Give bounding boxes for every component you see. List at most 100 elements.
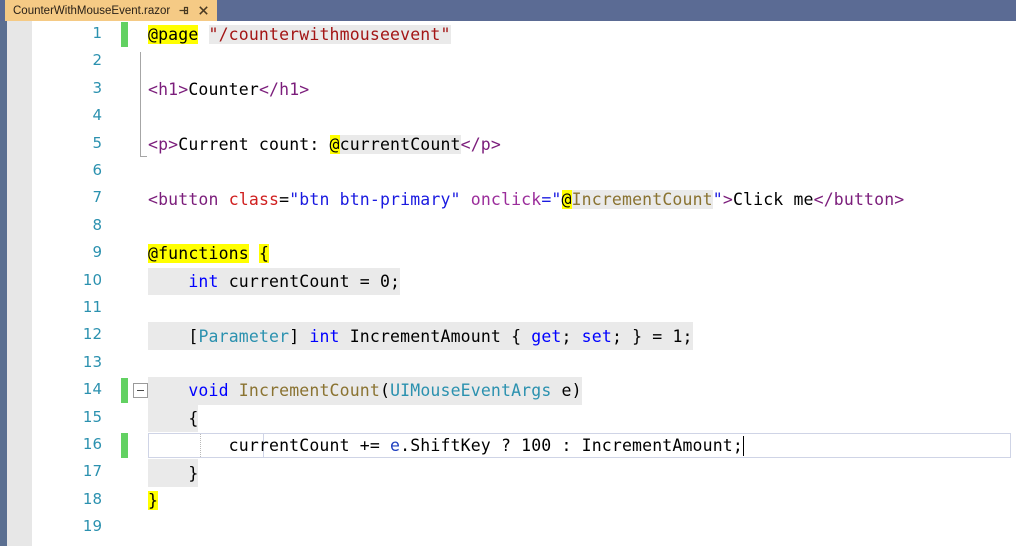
token-razor-expression: currentCount (339, 134, 461, 154)
token-keyword-void: void (188, 381, 229, 401)
code-text: <h1> Counter </h1> (148, 76, 309, 103)
token-equals-quote: =" (541, 189, 562, 209)
line-number: 18 (82, 489, 102, 508)
code-editor[interactable]: 1 @page "/counterwithmouseevent" 2 3 <h1… (0, 21, 1016, 546)
code-line[interactable]: 19 (0, 514, 1016, 541)
token-brace-open: { (188, 408, 199, 428)
code-text: int currentCount = 0; (148, 267, 401, 295)
code-text: @functions { (148, 240, 270, 267)
token-tag-gt: > (722, 189, 733, 209)
token-attr-name-class: class (228, 189, 280, 209)
line-number: 9 (92, 243, 102, 262)
line-number: 11 (82, 298, 102, 316)
token-ternary-expression: .ShiftKey ? 100 : IncrementAmount; (400, 436, 743, 456)
token-declaration: currentCount = 0; (218, 271, 401, 291)
close-icon[interactable] (197, 4, 210, 17)
token-html-tag-close: </button> (813, 189, 905, 209)
line-number: 8 (92, 215, 102, 234)
token-attr-name-onclick: onclick (470, 189, 542, 209)
change-bar (121, 378, 128, 404)
line-number: 19 (82, 517, 102, 536)
line-number: 14 (82, 380, 102, 399)
line-number: 4 (92, 106, 102, 125)
line-number: 3 (92, 78, 102, 97)
code-text: } (148, 459, 199, 487)
pin-icon[interactable] (177, 4, 190, 17)
line-number: 6 (92, 161, 102, 179)
code-line[interactable]: 13 (0, 350, 1016, 377)
token-property-name: IncrementAmount { (339, 326, 532, 346)
code-text: currentCount += e .ShiftKey ? 100 : Incre… (148, 432, 745, 459)
token-assignment: currentCount += (228, 436, 391, 456)
visual-studio-editor-window: CounterWithMouseEvent.razor 1 @page "/co… (0, 0, 1016, 546)
code-line[interactable]: 12 [Parameter] int IncrementAmount { get… (0, 322, 1016, 350)
text-caret (742, 435, 745, 456)
token-brace-open: { (258, 244, 270, 264)
token-html-tag-close: </p> (460, 134, 501, 154)
token-keyword-int: int (309, 326, 340, 346)
token-quote: " (712, 189, 723, 209)
code-text: [Parameter] int IncrementAmount { get; s… (148, 322, 693, 350)
code-line[interactable]: 8 (0, 213, 1016, 240)
token-razor-at: @ (329, 134, 340, 154)
line-number: 15 (82, 407, 102, 426)
line-number: 12 (82, 325, 102, 344)
token-button-text: Click me (732, 189, 814, 209)
code-line[interactable]: 6 (0, 158, 1016, 185)
code-line[interactable]: 14 void IncrementCount(UIMouseEventArgs … (0, 377, 1016, 405)
code-line[interactable]: 17 } (0, 459, 1016, 487)
token-attr-value-class: "btn btn-primary" (289, 189, 461, 209)
code-line[interactable]: 11 (0, 295, 1016, 322)
token-html-tag-open: <button (148, 189, 219, 209)
line-number: 7 (92, 188, 102, 207)
token-text: Current count: (178, 134, 330, 154)
code-line-current[interactable]: 16 currentCount += e .ShiftKey ? 100 : In… (0, 432, 1016, 459)
token-razor-functions: @functions (148, 244, 249, 264)
token-keyword-set: set (581, 326, 612, 346)
token-semicolon: ; (561, 326, 582, 346)
token-bracket-close: ] (289, 326, 310, 346)
token-param-e: e) (551, 381, 582, 401)
line-number: 5 (92, 133, 102, 152)
line-number: 2 (92, 51, 102, 70)
code-line[interactable]: 9 @functions { (0, 240, 1016, 267)
token-html-tag-close: </h1> (258, 79, 310, 99)
change-bar (121, 22, 128, 47)
code-text: } (148, 487, 159, 514)
token-bracket-open: [ (188, 326, 199, 346)
code-line[interactable]: 10 int currentCount = 0; (0, 267, 1016, 295)
token-html-tag-open: <h1> (148, 79, 189, 99)
code-line[interactable]: 18 } (0, 487, 1016, 514)
token-initializer: ; } = 1; (611, 326, 693, 346)
code-line[interactable]: 5 <p> Current count: @ currentCount </p> (0, 131, 1016, 158)
token-equals: = (279, 189, 290, 209)
collapse-toggle-icon[interactable] (133, 383, 148, 399)
code-line[interactable]: 7 <button class = "btn btn-primary" onclic… (0, 185, 1016, 212)
code-line[interactable]: 15 { (0, 404, 1016, 432)
code-line[interactable]: 2 (0, 48, 1016, 75)
code-line[interactable]: 3 <h1> Counter </h1> (0, 76, 1016, 103)
code-text: void IncrementCount(UIMouseEventArgs e) (148, 377, 582, 405)
change-bar (121, 433, 128, 458)
token-attribute-parameter: Parameter (198, 326, 290, 346)
token-keyword-int: int (188, 271, 219, 291)
token-param-e: e (390, 436, 401, 456)
tab-bar: CounterWithMouseEvent.razor (0, 0, 1016, 21)
token-keyword-get: get (531, 326, 562, 346)
token-paren-open: ( (379, 381, 391, 401)
line-number: 10 (82, 270, 102, 289)
code-text: { (148, 404, 199, 432)
code-text: <p> Current count: @ currentCount </p> (148, 131, 501, 158)
token-string: "/counterwithmouseevent" (208, 25, 451, 45)
token-razor-directive: @page (148, 25, 199, 45)
editor-tab-counterwithmouseevent[interactable]: CounterWithMouseEvent.razor (5, 0, 218, 21)
token-razor-at: @ (561, 189, 572, 209)
code-line[interactable]: 4 (0, 103, 1016, 130)
line-number: 1 (92, 24, 102, 42)
code-text: <button class = "btn btn-primary" onclick =… (148, 185, 904, 212)
code-line[interactable]: 1 @page "/counterwithmouseevent" (0, 21, 1016, 48)
